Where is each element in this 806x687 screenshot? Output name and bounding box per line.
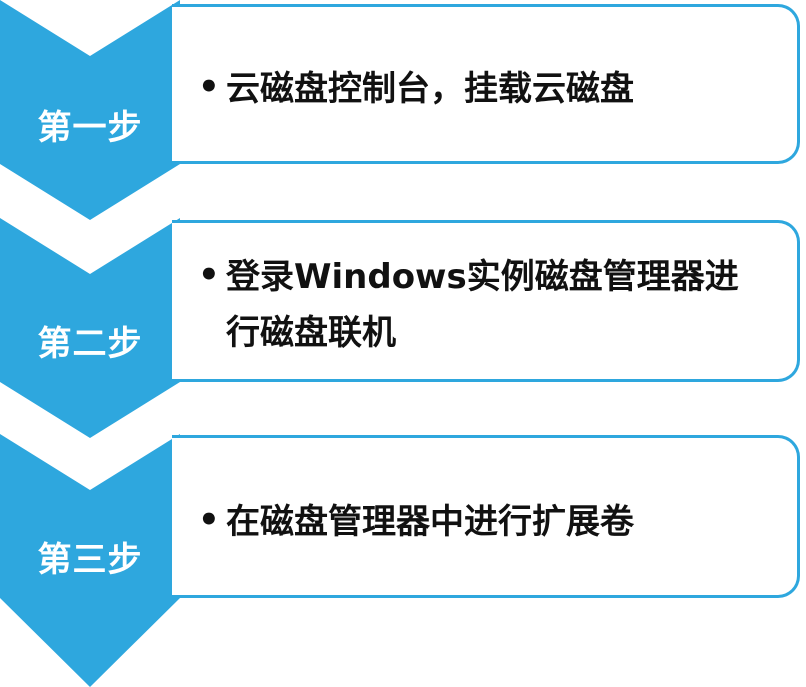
step-1-box: • 云磁盘控制台，挂载云磁盘: [172, 4, 800, 164]
step-3-label: 第三步: [37, 540, 143, 580]
step-2-box: • 登录Windows实例磁盘管理器进 行磁盘联机: [172, 220, 800, 382]
bullet-icon: •: [198, 67, 220, 107]
step-3-box: • 在磁盘管理器中进行扩展卷: [172, 435, 800, 598]
step-2-text-line1: 登录Windows实例磁盘管理器进: [226, 257, 739, 297]
step-1-text: 云磁盘控制台，挂载云磁盘: [226, 69, 634, 109]
step-3-text: 在磁盘管理器中进行扩展卷: [226, 502, 634, 542]
step-2-text-line2: 行磁盘联机: [226, 313, 396, 353]
step-1-label: 第一步: [37, 108, 143, 148]
bullet-icon: •: [198, 500, 220, 540]
bullet-icon: •: [198, 255, 220, 295]
step-2-label: 第二步: [37, 324, 143, 364]
